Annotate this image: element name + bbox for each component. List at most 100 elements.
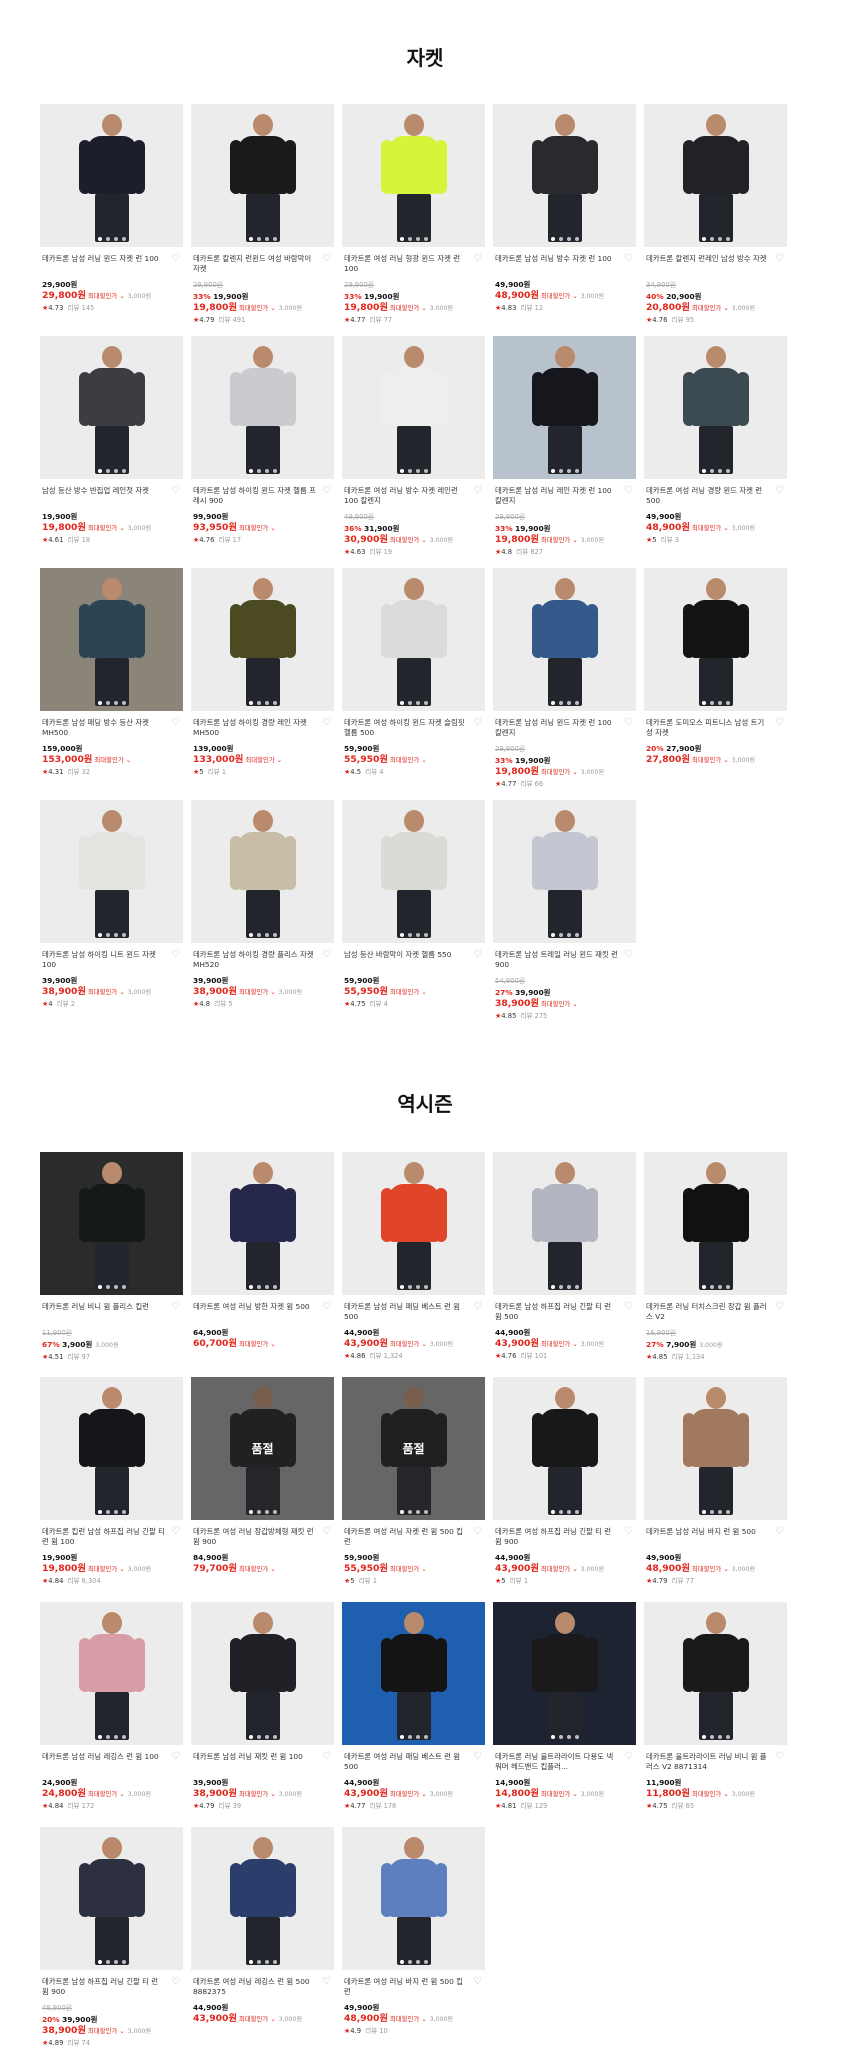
product-image[interactable] — [342, 336, 485, 479]
review-count[interactable]: 리뷰 39 — [218, 1802, 241, 1810]
heart-icon[interactable]: ♡ — [322, 950, 332, 960]
product-name[interactable]: 데카트론 여성 러닝 레깅스 런 윔 500 8882375 — [193, 1977, 317, 1997]
chevron-down-icon[interactable]: ⌄ — [270, 1790, 275, 1798]
carousel-dots[interactable] — [40, 933, 183, 937]
review-count[interactable]: 리뷰 19 — [369, 548, 392, 556]
heart-icon[interactable]: ♡ — [775, 1752, 785, 1762]
product-name[interactable]: 데카트론 남성 하프집 러닝 긴팔 티 런 윔 500 — [495, 1302, 619, 1322]
review-count[interactable]: 리뷰 3 — [661, 536, 679, 544]
max-discount-label[interactable]: 최대할인가 — [692, 304, 721, 312]
carousel-dots[interactable] — [493, 1510, 636, 1514]
carousel-dots[interactable] — [40, 1510, 183, 1514]
max-discount-label[interactable]: 최대할인가 — [541, 768, 570, 776]
heart-icon[interactable]: ♡ — [171, 254, 181, 264]
product-image[interactable] — [191, 104, 334, 247]
heart-icon[interactable]: ♡ — [473, 1977, 483, 1987]
product-image[interactable] — [191, 1827, 334, 1970]
product-image[interactable] — [493, 800, 636, 943]
review-count[interactable]: 리뷰 65 — [671, 1802, 694, 1810]
product-image[interactable] — [40, 800, 183, 943]
chevron-down-icon[interactable]: ⌄ — [723, 1790, 728, 1798]
carousel-dots[interactable] — [40, 469, 183, 473]
chevron-down-icon[interactable]: ⌄ — [723, 1565, 728, 1573]
max-discount-label[interactable]: 최대할인가 — [239, 988, 268, 996]
review-count[interactable]: 리뷰 275 — [520, 1012, 547, 1020]
carousel-dots[interactable] — [40, 237, 183, 241]
product-card[interactable]: 데카트론 여성 러닝 형광 윈드 자켓 런 100 ♡ 29,900원 33% 19,… — [342, 104, 485, 324]
heart-icon[interactable]: ♡ — [171, 1752, 181, 1762]
review-count[interactable]: 리뷰 4 — [369, 1000, 387, 1008]
product-card[interactable]: 남성 등산 방수 반집업 레인첫 자켓 ♡ 19,900원 19,800원 최대할인가 ⌄… — [40, 336, 183, 544]
max-discount-label[interactable]: 최대할인가 — [88, 1565, 117, 1573]
product-card[interactable]: 데카트론 남성 러닝 재킷 런 윔 100 ♡ 39,900원 38,900원 최대할인… — [191, 1602, 334, 1810]
chevron-down-icon[interactable]: ⌄ — [421, 988, 426, 996]
carousel-dots[interactable] — [40, 1735, 183, 1739]
chevron-down-icon[interactable]: ⌄ — [421, 2015, 426, 2023]
carousel-dots[interactable] — [342, 1735, 485, 1739]
product-image[interactable] — [40, 1377, 183, 1520]
product-image[interactable] — [493, 104, 636, 247]
review-count[interactable]: 리뷰 1 — [510, 1577, 528, 1585]
review-count[interactable]: 리뷰 5 — [214, 1000, 232, 1008]
carousel-dots[interactable] — [493, 701, 636, 705]
product-image[interactable] — [191, 1602, 334, 1745]
product-name[interactable]: 데카트론 러닝 터치스크린 장갑 윔 플러스 V2 — [646, 1302, 770, 1322]
chevron-down-icon[interactable]: ⌄ — [270, 2015, 275, 2023]
product-card[interactable]: 데카트론 킵런 남성 하프집 러닝 긴팔 티 런 윔 100 ♡ 19,900원 19… — [40, 1377, 183, 1585]
carousel-dots[interactable] — [493, 237, 636, 241]
carousel-dots[interactable] — [191, 237, 334, 241]
max-discount-label[interactable]: 최대할인가 — [692, 1790, 721, 1798]
max-discount-label[interactable]: 최대할인가 — [390, 304, 419, 312]
product-card[interactable]: 데카트론 여성 러닝 방수 자켓 레인런 100 칼렌지 ♡ 49,900원 36% … — [342, 336, 485, 556]
heart-icon[interactable]: ♡ — [171, 950, 181, 960]
heart-icon[interactable]: ♡ — [322, 1302, 332, 1312]
carousel-dots[interactable] — [191, 1735, 334, 1739]
product-name[interactable]: 데카트론 남성 러닝 방수 자켓 런 100 — [495, 254, 619, 264]
max-discount-label[interactable]: 최대할인가 — [239, 2015, 268, 2023]
chevron-down-icon[interactable]: ⌄ — [572, 768, 577, 776]
max-discount-label[interactable]: 최대할인가 — [692, 524, 721, 532]
product-name[interactable]: 데카트론 여성 러닝 방수 자켓 레인런 100 칼렌지 — [344, 486, 468, 506]
product-name[interactable]: 데카트론 여성 러닝 경량 윈드 자켓 런 500 — [646, 486, 770, 506]
chevron-down-icon[interactable]: ⌄ — [119, 1565, 124, 1573]
review-count[interactable]: 리뷰 95 — [671, 316, 694, 324]
heart-icon[interactable]: ♡ — [775, 718, 785, 728]
review-count[interactable]: 리뷰 1,324 — [369, 1352, 402, 1360]
product-name[interactable]: 데카트론 러닝 울트라라이트 다용도 넥워머 헤드밴드 킵플러... — [495, 1752, 619, 1772]
carousel-dots[interactable] — [644, 237, 787, 241]
heart-icon[interactable]: ♡ — [171, 486, 181, 496]
product-card[interactable]: 데카트론 남성 하이킹 경량 플리스 자켓 MH520 ♡ 39,900원 38,90… — [191, 800, 334, 1008]
max-discount-label[interactable]: 최대할인가 — [541, 1340, 570, 1348]
heart-icon[interactable]: ♡ — [322, 1527, 332, 1537]
heart-icon[interactable]: ♡ — [473, 254, 483, 264]
heart-icon[interactable]: ♡ — [473, 1752, 483, 1762]
max-discount-label[interactable]: 최대할인가 — [390, 1790, 419, 1798]
product-name[interactable]: 데카트론 남성 러닝 레인 자켓 런 100 칼렌지 — [495, 486, 619, 506]
product-image[interactable] — [191, 336, 334, 479]
chevron-down-icon[interactable]: ⌄ — [421, 304, 426, 312]
product-image[interactable]: 품절 — [342, 1377, 485, 1520]
chevron-down-icon[interactable]: ⌄ — [572, 1000, 577, 1008]
product-image[interactable] — [342, 104, 485, 247]
review-count[interactable]: 리뷰 101 — [520, 1352, 547, 1360]
product-name[interactable]: 데카트론 여성 러닝 자켓 런 윔 500 킵런 — [344, 1527, 468, 1547]
carousel-dots[interactable] — [40, 1285, 183, 1289]
product-image[interactable] — [191, 800, 334, 943]
review-count[interactable]: 리뷰 1 — [359, 1577, 377, 1585]
product-name[interactable]: 데카트론 남성 하이킹 경량 플리스 자켓 MH520 — [193, 950, 317, 970]
max-discount-label[interactable]: 최대할인가 — [94, 756, 123, 764]
carousel-dots[interactable] — [493, 1285, 636, 1289]
max-discount-label[interactable]: 최대할인가 — [239, 1340, 268, 1348]
chevron-down-icon[interactable]: ⌄ — [572, 292, 577, 300]
review-count[interactable]: 리뷰 97 — [67, 1353, 90, 1361]
product-card[interactable]: 데카트론 여성 러닝 방한 자켓 윔 500 ♡ 64,900원 60,700원 최대할… — [191, 1152, 334, 1349]
product-image[interactable] — [342, 800, 485, 943]
heart-icon[interactable]: ♡ — [171, 1527, 181, 1537]
product-image[interactable] — [40, 104, 183, 247]
max-discount-label[interactable]: 최대할인가 — [692, 756, 721, 764]
product-card[interactable]: 데카트론 도미오스 피트니스 남성 트기성 자켓 ♡ 20% 27,900원 27,8… — [644, 568, 787, 765]
carousel-dots[interactable] — [644, 1285, 787, 1289]
chevron-down-icon[interactable]: ⌄ — [119, 524, 124, 532]
product-image[interactable] — [644, 568, 787, 711]
product-image[interactable] — [191, 568, 334, 711]
